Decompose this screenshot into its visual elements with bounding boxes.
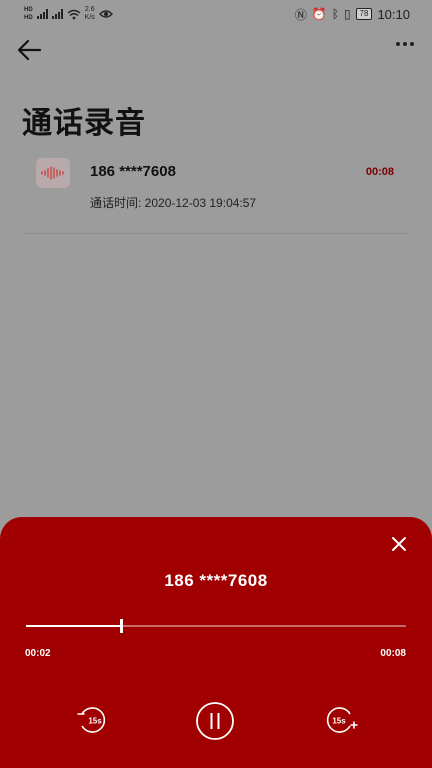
total-time: 00:08 xyxy=(380,648,406,659)
rewind-label: 15s xyxy=(88,717,102,726)
waveform-icon xyxy=(36,158,70,188)
status-bar: HD HD 2.6 K/s Ⓝ ⏰ ᛒ ▯ 78 10:10 xyxy=(0,0,432,28)
signal-icon xyxy=(36,9,48,19)
progress-fill xyxy=(26,625,121,627)
rewind-15s-button[interactable]: 15s xyxy=(76,705,110,735)
status-left: HD HD 2.6 K/s xyxy=(24,4,113,24)
progress-thumb[interactable] xyxy=(120,619,123,633)
forward-label: 15s xyxy=(332,717,346,726)
list-divider xyxy=(24,233,408,234)
recording-phone-number: 186 ****7608 xyxy=(90,163,176,180)
recording-duration: 00:08 xyxy=(365,166,394,178)
clock: 10:10 xyxy=(377,6,410,22)
nfc-icon: Ⓝ xyxy=(294,7,307,22)
recording-call-time: 通话时间: 2020-12-03 19:04:57 xyxy=(90,196,257,210)
eye-icon xyxy=(98,10,113,18)
close-icon[interactable] xyxy=(390,535,408,553)
status-right: Ⓝ ⏰ ᛒ ▯ 78 10:10 xyxy=(295,5,410,23)
net-speed: 2.6 K/s xyxy=(84,6,95,21)
wifi-icon xyxy=(67,9,81,19)
hd-icon: HD HD xyxy=(24,7,33,21)
forward-15s-button[interactable]: 15s xyxy=(322,705,358,735)
signal-5g-icon xyxy=(51,9,63,19)
alarm-icon: ⏰ xyxy=(311,7,327,21)
player-sheet: 186 ****7608 00:02 00:08 15s 15s xyxy=(0,517,432,768)
more-options-icon[interactable] xyxy=(396,42,414,46)
player-phone-number: 186 ****7608 xyxy=(164,571,268,590)
bluetooth-icon: ᛒ xyxy=(331,7,339,21)
battery-icon: 78 xyxy=(355,8,373,20)
current-time: 00:02 xyxy=(25,648,51,659)
pause-button[interactable] xyxy=(193,701,237,741)
page-title: 通话录音 xyxy=(22,107,146,140)
recording-list-item[interactable]: 186 ****7608 00:08 通话时间: 2020-12-03 19:0… xyxy=(24,150,408,234)
back-arrow-icon[interactable] xyxy=(16,38,42,62)
vibrate-icon: ▯ xyxy=(343,7,351,21)
progress-slider[interactable] xyxy=(26,619,406,633)
